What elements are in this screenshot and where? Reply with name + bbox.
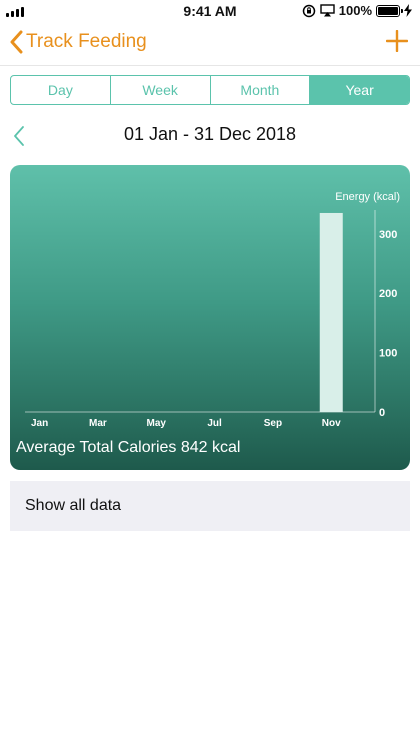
bar-nov bbox=[319, 212, 343, 412]
period-segmented-control: Day Week Month Year bbox=[10, 75, 410, 105]
add-button[interactable] bbox=[385, 29, 409, 57]
battery-percent: 100% bbox=[338, 3, 372, 18]
rotation-lock-icon bbox=[302, 4, 315, 17]
back-button[interactable]: Track Feeding bbox=[10, 30, 147, 54]
y-axis-label: Energy (kcal) bbox=[335, 191, 400, 203]
average-calories-label: Average Total Calories 842 kcal bbox=[16, 439, 241, 456]
y-tick-label: 200 bbox=[379, 288, 397, 300]
charging-bolt-icon bbox=[404, 4, 412, 17]
x-tick-label: Mar bbox=[89, 418, 107, 429]
x-tick-label: May bbox=[147, 418, 167, 429]
airplay-icon bbox=[320, 4, 335, 17]
status-indicators: 100% bbox=[302, 3, 412, 18]
y-tick-label: 300 bbox=[379, 229, 397, 241]
chevron-left-icon bbox=[10, 30, 23, 54]
status-bar: 9:41 AM 100% bbox=[0, 0, 420, 24]
energy-chart-card: Energy (kcal) Jan Mar May Jul Sep Nov 0 100 200… bbox=[10, 165, 410, 470]
x-tick-label: Jul bbox=[207, 418, 222, 429]
x-tick-label: Nov bbox=[322, 418, 341, 429]
nav-bar: Track Feeding bbox=[0, 24, 420, 66]
segment-year[interactable]: Year bbox=[310, 76, 409, 104]
energy-bar-chart: Energy (kcal) Jan Mar May Jul Sep Nov 0 100 200… bbox=[25, 191, 400, 429]
y-tick-label: 100 bbox=[379, 348, 397, 360]
segment-month[interactable]: Month bbox=[211, 76, 311, 104]
date-navigator: 01 Jan - 31 Dec 2018 bbox=[0, 118, 420, 152]
show-all-data-button[interactable]: Show all data bbox=[10, 481, 410, 531]
date-range-label: 01 Jan - 31 Dec 2018 bbox=[123, 124, 297, 144]
segment-week[interactable]: Week bbox=[111, 76, 211, 104]
plus-icon bbox=[385, 29, 409, 53]
x-tick-label: Jan bbox=[31, 418, 48, 429]
y-tick-label: 0 bbox=[379, 407, 385, 419]
x-tick-label: Sep bbox=[264, 418, 282, 429]
back-label: Track Feeding bbox=[26, 31, 147, 52]
segment-day[interactable]: Day bbox=[11, 76, 111, 104]
battery-icon bbox=[376, 4, 403, 17]
